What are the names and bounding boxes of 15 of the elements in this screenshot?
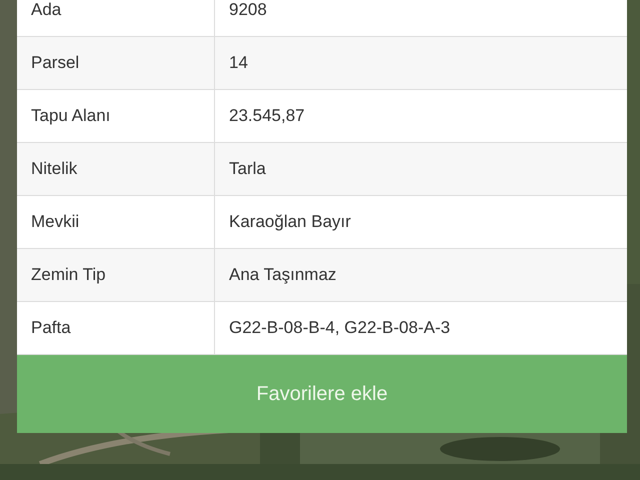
field-label: Pafta (31, 317, 71, 340)
field-label: Nitelik (31, 158, 78, 180)
field-value: 23.545,87 (229, 105, 305, 128)
field-label: Tapu Alanı (31, 105, 110, 128)
field-value: 14 (229, 52, 248, 74)
field-label: Zemin Tip (31, 264, 106, 286)
field-label: Parsel (31, 52, 80, 74)
field-value: Karaoğlan Bayır (229, 211, 351, 234)
field-value: 9208 (229, 0, 267, 22)
field-label: Ada (31, 0, 62, 22)
field-value: Ana Taşınmaz (229, 264, 336, 286)
field-value: G22-B-08-B-4, G22-B-08-A-3 (229, 317, 450, 340)
field-value: Tarla (229, 158, 266, 180)
add-to-favorites-button[interactable]: Favorilere ekle (17, 355, 627, 433)
field-label: Mevkii (31, 211, 80, 234)
